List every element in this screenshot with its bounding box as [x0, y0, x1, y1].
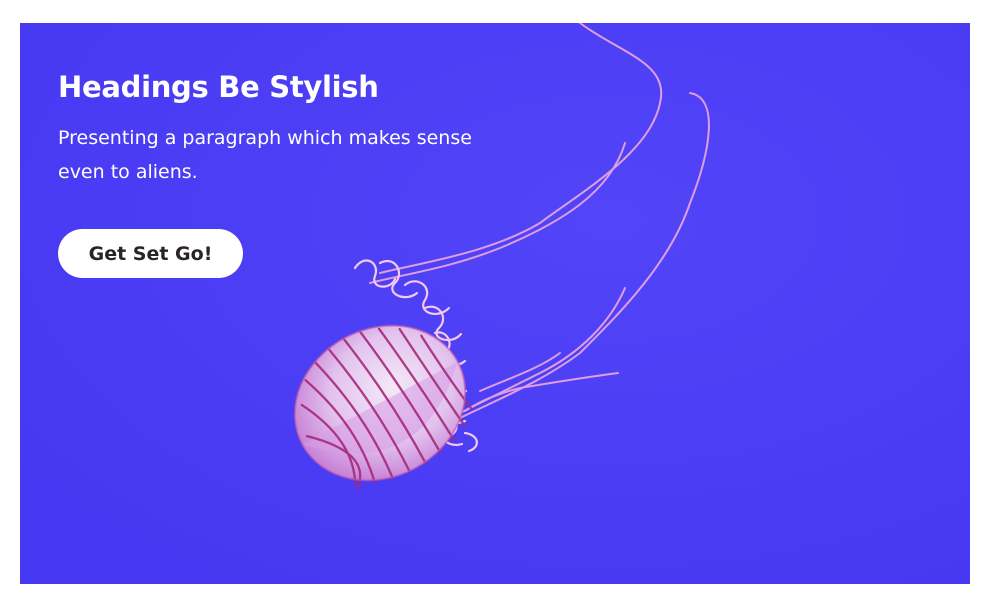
get-set-go-button[interactable]: Get Set Go! — [58, 229, 243, 278]
hero-content: Headings Be Stylish Presenting a paragra… — [58, 67, 498, 278]
hero-banner: Headings Be Stylish Presenting a paragra… — [20, 23, 970, 584]
hero-paragraph: Presenting a paragraph which makes sense… — [58, 127, 472, 183]
hero-heading: Headings Be Stylish — [58, 70, 379, 104]
